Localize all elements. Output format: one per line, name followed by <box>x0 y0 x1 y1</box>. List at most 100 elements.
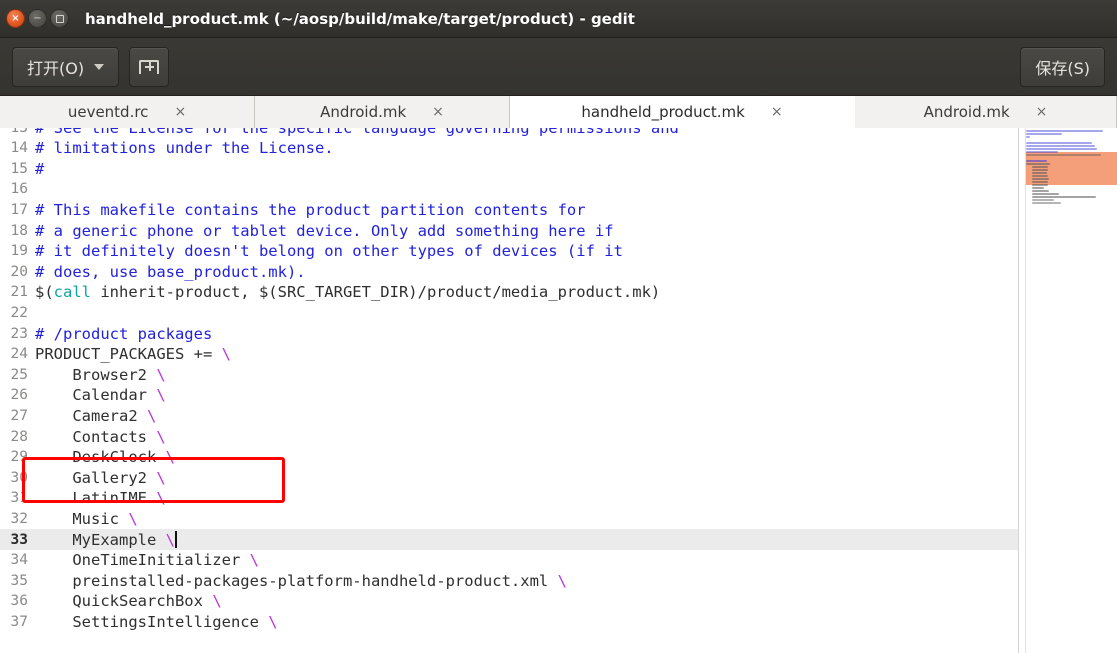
minimap-line <box>1032 169 1048 171</box>
line-number: 17 <box>10 202 28 219</box>
code-line[interactable]: 35 preinstalled-packages-platform-handhe… <box>0 570 1018 591</box>
code-line-text: DeskClock \ <box>35 448 175 467</box>
code-line-text: Calendar \ <box>35 386 166 405</box>
window-title: handheld_product.mk (~/aosp/build/make/t… <box>85 9 635 28</box>
minimap-line <box>1026 154 1102 156</box>
code-line-text: Camera2 \ <box>35 407 157 426</box>
minimap-line <box>1026 145 1096 147</box>
code-line-text: QuickSearchBox \ <box>35 592 222 611</box>
code-line[interactable]: 26 Calendar \ <box>0 385 1018 406</box>
minimap-overview[interactable] <box>1018 128 1117 653</box>
close-icon[interactable]: × <box>432 105 444 119</box>
code-text-area[interactable]: 13 # See the License for the specific lan… <box>0 128 1018 653</box>
minimap-line <box>1026 130 1104 132</box>
open-file-button[interactable]: 打开(O) <box>12 46 120 87</box>
code-line-text: LatinIME \ <box>35 489 166 508</box>
line-number: 19 <box>10 243 28 260</box>
code-line[interactable]: 37 SettingsIntelligence \ <box>0 612 1018 633</box>
minimap-line <box>1032 166 1048 168</box>
new-tab-button[interactable] <box>129 46 170 87</box>
line-number: 27 <box>10 408 28 425</box>
tab-bar: ueventd.rc × Android.mk × handheld_produ… <box>0 96 1117 128</box>
code-line-text: # does, use base_product.mk). <box>35 262 306 281</box>
minimap-line <box>1032 178 1049 180</box>
code-line[interactable]: 16 <box>0 179 1018 200</box>
close-icon[interactable]: × <box>6 9 25 28</box>
code-line[interactable]: 36 QuickSearchBox \ <box>0 591 1018 612</box>
scrollbar[interactable] <box>1019 128 1026 653</box>
line-number: 21 <box>10 284 28 301</box>
close-icon[interactable]: × <box>1036 105 1048 119</box>
line-number: 22 <box>10 305 28 322</box>
line-number: 31 <box>10 490 28 507</box>
code-line[interactable]: 17 # This makefile contains the product p… <box>0 200 1018 221</box>
window-controls: × − <box>6 9 69 28</box>
minimap-line <box>1026 163 1050 165</box>
minimap-line <box>1032 184 1048 186</box>
close-icon[interactable]: × <box>174 105 186 119</box>
code-line[interactable]: 33 MyExample \ <box>0 529 1018 550</box>
tab-android-mk-1[interactable]: Android.mk × <box>255 96 510 128</box>
minimap-line <box>1032 172 1047 174</box>
new-tab-icon <box>139 58 160 76</box>
code-line[interactable]: 22 <box>0 303 1018 324</box>
code-line[interactable]: 32 Music \ <box>0 509 1018 530</box>
code-line[interactable]: 18 # a generic phone or tablet device. On… <box>0 220 1018 241</box>
minimap-line <box>1032 175 1048 177</box>
code-line-text: Browser2 \ <box>35 365 166 384</box>
code-line-text: preinstalled-packages-platform-handheld-… <box>35 571 567 590</box>
code-line-text: Music \ <box>35 509 138 528</box>
code-line-text: MyExample \ <box>35 530 177 549</box>
toolbar: 打开(O) 保存(S) <box>0 38 1117 96</box>
code-line-text: PRODUCT_PACKAGES += \ <box>35 345 231 364</box>
code-line[interactable]: 13 # See the License for the specific lan… <box>0 128 1018 138</box>
save-button[interactable]: 保存(S) <box>1020 46 1105 87</box>
minimize-icon[interactable]: − <box>28 9 47 28</box>
code-line[interactable]: 30 Gallery2 \ <box>0 468 1018 489</box>
line-number: 29 <box>10 449 28 466</box>
code-line-text: Contacts \ <box>35 427 166 446</box>
tab-label: handheld_product.mk <box>581 103 745 121</box>
tab-android-mk-2[interactable]: Android.mk × <box>855 96 1117 128</box>
code-line[interactable]: 19 # it definitely doesn't belong on othe… <box>0 241 1018 262</box>
code-line[interactable]: 21 $(call inherit-product, $(SRC_TARGET_D… <box>0 282 1018 303</box>
code-line[interactable]: 28 Contacts \ <box>0 426 1018 447</box>
maximize-icon[interactable] <box>50 9 69 28</box>
code-line[interactable]: 29 DeskClock \ <box>0 447 1018 468</box>
code-line[interactable]: 34 OneTimeInitializer \ <box>0 550 1018 571</box>
line-number: 36 <box>10 593 28 610</box>
minimap-line <box>1032 199 1055 201</box>
minimap-line <box>1032 193 1059 195</box>
maximize-square <box>55 14 64 23</box>
code-line[interactable]: 31 LatinIME \ <box>0 488 1018 509</box>
code-line-text: # a generic phone or tablet device. Only… <box>35 221 614 240</box>
code-line-text: # See the License for the specific langu… <box>35 128 679 138</box>
line-number: 13 <box>10 128 28 137</box>
code-line[interactable]: 14 # limitations under the License. <box>0 138 1018 159</box>
tab-ueventd-rc[interactable]: ueventd.rc × <box>0 96 255 128</box>
text-cursor <box>175 530 177 548</box>
minimap-line <box>1026 151 1059 153</box>
line-number: 37 <box>10 613 28 630</box>
line-number: 25 <box>10 366 28 383</box>
minimap-line <box>1026 148 1097 150</box>
line-number: 23 <box>10 325 28 342</box>
tab-handheld-product-mk[interactable]: handheld_product.mk × <box>510 96 855 128</box>
minimap-line <box>1032 181 1048 183</box>
code-line-text: $(call inherit-product, $(SRC_TARGET_DIR… <box>35 283 661 302</box>
code-line[interactable]: 15 # <box>0 159 1018 180</box>
close-icon[interactable]: × <box>771 105 783 119</box>
code-line-text: # /product packages <box>35 324 213 343</box>
line-number: 26 <box>10 387 28 404</box>
code-line[interactable]: 27 Camera2 \ <box>0 406 1018 427</box>
editor: 13 # See the License for the specific lan… <box>0 128 1117 653</box>
code-line[interactable]: 25 Browser2 \ <box>0 365 1018 386</box>
line-number: 24 <box>10 346 28 363</box>
gedit-window: × − handheld_product.mk (~/aosp/build/ma… <box>0 0 1117 653</box>
minimap-line <box>1032 202 1062 204</box>
minimap-lines <box>1026 130 1117 651</box>
minimap-line <box>1026 142 1093 144</box>
code-line[interactable]: 23 # /product packages <box>0 323 1018 344</box>
code-line[interactable]: 20 # does, use base_product.mk). <box>0 262 1018 283</box>
code-line[interactable]: 24 PRODUCT_PACKAGES += \ <box>0 344 1018 365</box>
